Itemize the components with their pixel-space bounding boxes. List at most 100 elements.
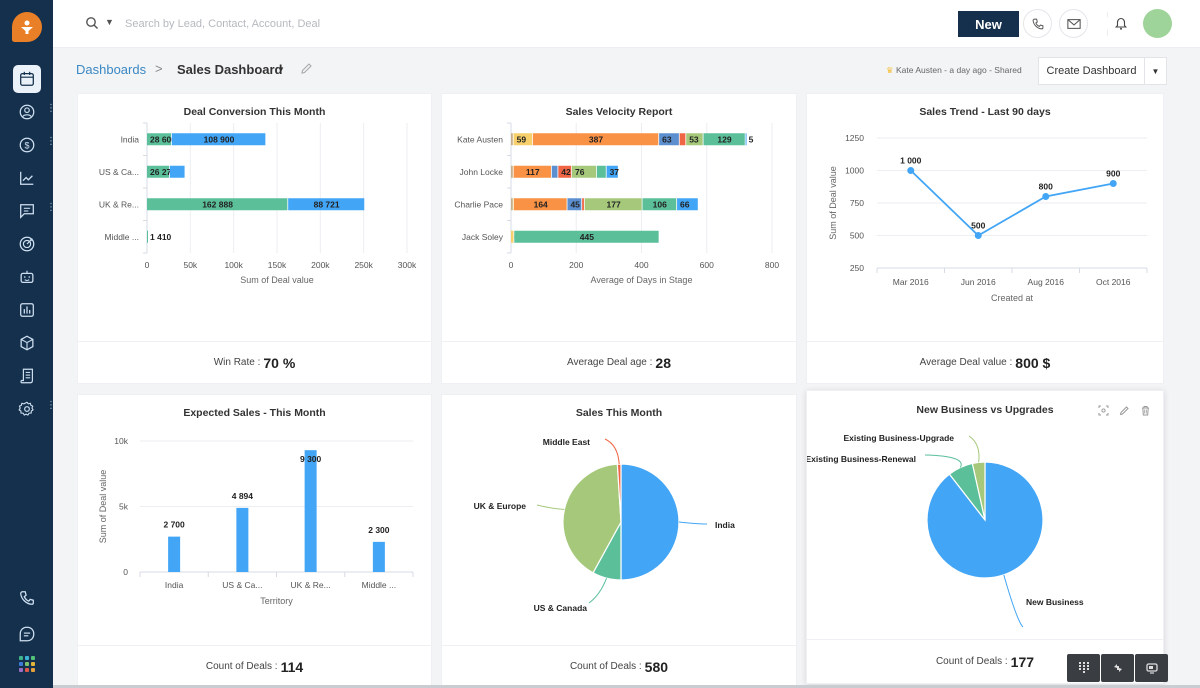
y-tick-label: UK & Re... xyxy=(99,199,139,209)
apps-grid-dot xyxy=(25,668,29,672)
sidebar-chat[interactable] xyxy=(13,620,41,648)
screen-share-button[interactable] xyxy=(1135,654,1168,682)
card-footer: Count of Deals :114 xyxy=(78,645,431,687)
dollar-icon: $ xyxy=(19,137,35,153)
apps-grid-dot xyxy=(19,656,23,660)
x-tick-label: Oct 2016 xyxy=(1096,277,1131,287)
sidebar-phone[interactable] xyxy=(13,584,41,612)
bar-segment xyxy=(147,230,148,243)
kpi-value: 580 xyxy=(644,658,669,675)
y-tick-label: US & Ca... xyxy=(99,167,139,177)
sidebar-item-dollar[interactable]: $ xyxy=(13,131,41,159)
x-axis-title: Territory xyxy=(260,596,293,606)
sidebar-item-contact[interactable] xyxy=(13,98,41,126)
apps-grid-dot xyxy=(25,662,29,666)
sidebar-item-menu-dots[interactable]: ⋮ xyxy=(46,203,56,213)
x-axis-title: Sum of Deal value xyxy=(240,275,314,285)
chat-icon xyxy=(19,626,35,642)
search-icon[interactable] xyxy=(85,16,99,30)
x-tick-label: 250k xyxy=(354,260,373,270)
x-tick-label: Jun 2016 xyxy=(961,277,996,287)
search-scope-dropdown[interactable]: ▼ xyxy=(105,17,114,27)
x-tick-label: 0 xyxy=(509,260,514,270)
data-label: 500 xyxy=(971,221,985,231)
search-input[interactable] xyxy=(125,13,485,35)
bar-data-label: 37 xyxy=(610,167,620,177)
report-icon xyxy=(20,303,34,317)
card-sales-this-month: Sales This Month India US & Canada UK & Eu… xyxy=(441,394,797,688)
sidebar-item-report[interactable] xyxy=(13,296,41,324)
bar-data-label: 5 xyxy=(749,134,754,144)
transfer-button[interactable] xyxy=(1101,654,1134,682)
sidebar-item-bot[interactable] xyxy=(13,263,41,291)
bar-segment xyxy=(511,198,513,211)
bar-segment xyxy=(169,165,185,178)
kpi-label: Count of Deals : xyxy=(935,656,1008,667)
pie-connector xyxy=(588,577,608,604)
x-tick-label: Aug 2016 xyxy=(1028,277,1065,287)
data-point xyxy=(1109,180,1117,187)
sidebar-item-trend[interactable] xyxy=(13,164,41,192)
y-tick-label: 0 xyxy=(123,567,128,577)
edit-dashboard-pencil-icon[interactable] xyxy=(300,62,313,75)
bar-data-label: 42 xyxy=(561,167,571,177)
pie-label: New Business xyxy=(1026,597,1084,607)
x-tick-label: 800 xyxy=(765,260,779,270)
sidebar-item-menu-dots[interactable]: ⋮ xyxy=(46,104,56,114)
sidebar-item-message[interactable] xyxy=(13,197,41,225)
x-axis-title: Created at xyxy=(991,293,1034,303)
phone-icon xyxy=(1032,18,1043,29)
dialpad-button[interactable] xyxy=(1067,654,1100,682)
kpi-label: Win Rate : xyxy=(213,357,261,368)
breadcrumb-current[interactable]: Sales Dashboard xyxy=(177,62,283,77)
sidebar-item-document[interactable] xyxy=(13,362,41,390)
monitor-icon xyxy=(1145,662,1158,674)
create-dashboard-dropdown[interactable]: ▼ xyxy=(1145,57,1167,85)
card-sales-velocity: Sales Velocity Report 0 200 400 600 800 Kate … xyxy=(441,93,797,384)
breadcrumb-dashboards-link[interactable]: Dashboards xyxy=(76,62,146,77)
target-icon xyxy=(19,236,35,252)
pie-connector xyxy=(536,504,565,510)
sidebar-item-target[interactable] xyxy=(13,230,41,258)
x-tick-label: Middle ... xyxy=(362,580,397,590)
apps-grid-icon[interactable] xyxy=(19,656,35,672)
pie-connector xyxy=(1003,574,1024,628)
x-tick-label: 150k xyxy=(268,260,287,270)
bar-data-label: 106 xyxy=(653,199,667,209)
call-button[interactable] xyxy=(1023,9,1052,38)
user-avatar[interactable] xyxy=(1143,9,1172,38)
email-button[interactable] xyxy=(1059,9,1088,38)
bar xyxy=(168,536,181,572)
pie-label: India xyxy=(715,520,735,530)
bar-data-label: 177 xyxy=(607,199,621,209)
y-axis-title: Sum of Deal value xyxy=(828,166,838,240)
pie-label: UK & Europe xyxy=(474,501,527,511)
dialpad-icon xyxy=(1078,662,1089,673)
apps-grid-dot xyxy=(31,662,35,666)
sidebar-item-product[interactable] xyxy=(13,329,41,357)
new-button[interactable]: New xyxy=(958,11,1019,37)
x-axis-title: Average of Days in Stage xyxy=(591,275,693,285)
sidebar-item-menu-dots[interactable]: ⋮ xyxy=(46,401,56,411)
x-tick-label: 50k xyxy=(183,260,197,270)
sidebar-item-calendar[interactable] xyxy=(13,65,41,93)
kpi-label: Count of Deals : xyxy=(205,661,278,672)
sales-trend-chart: 250 500 750 1000 1250 1 000 Mar 2016 500 Jun 201… xyxy=(828,133,1148,303)
document-icon xyxy=(20,368,33,384)
deal-conversion-chart: 0 50k 100k 150k 200k 250k 300kIndia 28 600 108 9… xyxy=(99,122,417,285)
bar-segment xyxy=(596,165,606,178)
dashboard-switcher-chevron-icon[interactable]: ▼ xyxy=(277,65,285,74)
shared-info: ♛ Kate Austen - a day ago - Shared xyxy=(886,65,1022,76)
y-tick-label: Middle ... xyxy=(105,232,140,242)
bar-data-label: 53 xyxy=(689,134,699,144)
sidebar-item-settings[interactable] xyxy=(13,395,41,423)
bar-data-label: 4 894 xyxy=(232,491,254,501)
sidebar-item-menu-dots[interactable]: ⋮ xyxy=(46,137,56,147)
create-dashboard-button[interactable]: Create Dashboard xyxy=(1038,57,1145,85)
bar-segment xyxy=(511,165,513,178)
app-logo[interactable] xyxy=(12,12,42,42)
bar xyxy=(304,450,317,572)
bar-data-label: 2 700 xyxy=(163,520,185,530)
pie-connector xyxy=(604,438,620,465)
notifications-button[interactable] xyxy=(1106,9,1135,38)
